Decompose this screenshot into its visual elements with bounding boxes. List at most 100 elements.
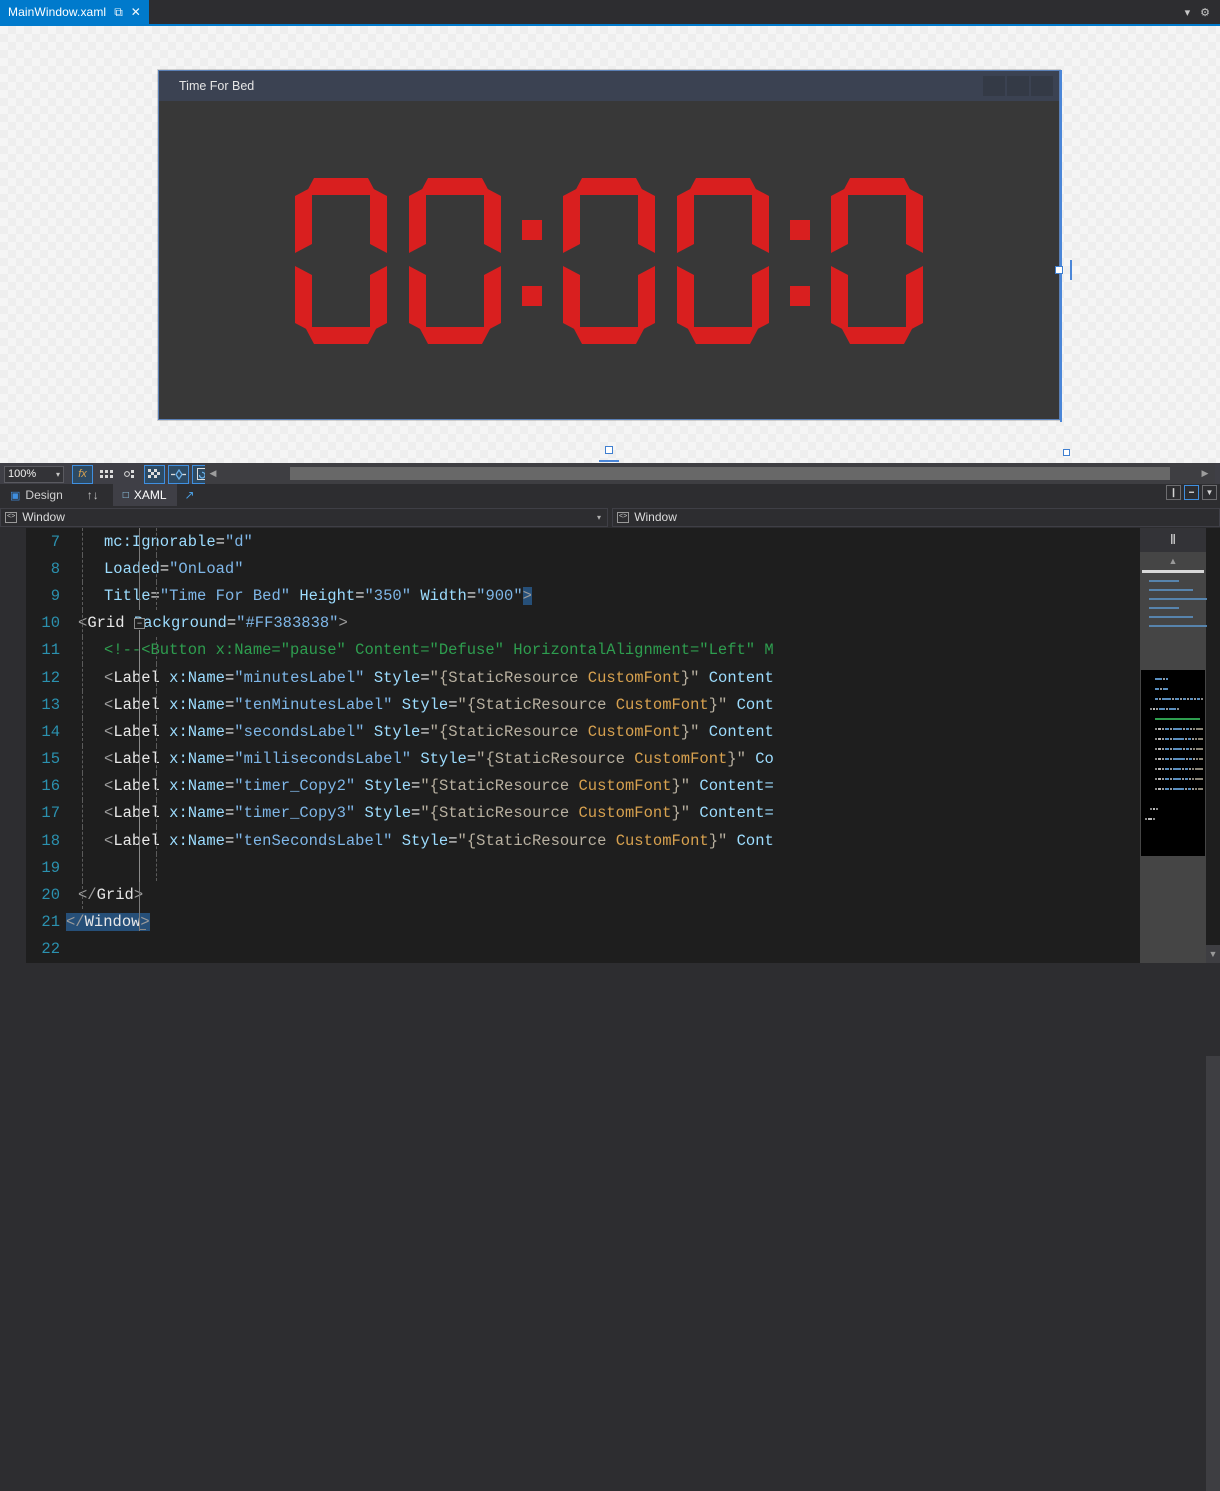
- resize-grip-corner[interactable]: [1063, 449, 1070, 456]
- grid-snap-button[interactable]: [96, 465, 117, 484]
- tab-design-label: Design: [25, 488, 63, 502]
- minimap-line: [1163, 678, 1165, 680]
- minimap-line: [1185, 738, 1187, 740]
- gear-icon[interactable]: ⚙: [1200, 6, 1210, 19]
- code-line[interactable]: 20</Grid>: [26, 881, 1140, 909]
- resize-grip-bottom[interactable]: [605, 446, 613, 454]
- minimap-line: [1186, 748, 1189, 750]
- code-line[interactable]: 17 <Label x:Name="timer_Copy3" Style="{St…: [26, 799, 1140, 828]
- design-icon: ▣: [10, 489, 21, 502]
- snap-to-snaplines-button[interactable]: [168, 464, 189, 484]
- code-line[interactable]: 19: [26, 854, 1140, 882]
- split-horizontal-button[interactable]: ━: [1184, 485, 1199, 500]
- tab-design[interactable]: ▣ Design: [0, 484, 73, 506]
- minimap-line: [1195, 788, 1197, 790]
- close-button[interactable]: [1031, 76, 1053, 96]
- split-vertical-button[interactable]: ❙: [1166, 485, 1181, 500]
- code-line[interactable]: 10 <Grid Background="#FF383838">: [26, 609, 1140, 637]
- minimap-line: [1170, 738, 1172, 740]
- code-line[interactable]: 8 Loaded="OnLoad": [26, 555, 1140, 583]
- minimap-line: [1170, 758, 1172, 760]
- code-token: CustomFont: [578, 804, 672, 823]
- scroll-up-arrow[interactable]: ▲: [1140, 552, 1206, 570]
- code-line[interactable]: 15 <Label x:Name="millisecondsLabel" Styl…: [26, 745, 1140, 773]
- clock-digit: [563, 178, 655, 344]
- code-line[interactable]: 13 <Label x:Name="tenMinutesLabel" Style=…: [26, 691, 1140, 719]
- show-handles-button[interactable]: [144, 464, 165, 484]
- indent-guide: [82, 555, 83, 583]
- minimap-line: [1166, 678, 1168, 680]
- minimap-overview[interactable]: [1140, 574, 1207, 914]
- xaml-code-editor[interactable]: 7 mc:Ignorable="d" 8 Loaded="OnLoad" 9 Title=…: [0, 528, 1220, 1491]
- split-editor-handle[interactable]: ⫴: [1140, 528, 1206, 552]
- editor-vertical-scrollbar[interactable]: [1206, 1056, 1220, 1491]
- minimize-button[interactable]: [983, 76, 1005, 96]
- chevron-down-icon[interactable]: ▾: [1185, 6, 1191, 19]
- navbar-type-dropdown[interactable]: <> Window ▾: [0, 507, 608, 527]
- effects-button[interactable]: fx: [72, 464, 93, 484]
- maximize-button[interactable]: [1007, 76, 1029, 96]
- code-token: =: [355, 586, 365, 605]
- code-token: Label: [113, 722, 160, 741]
- pin-icon[interactable]: ⧉: [114, 6, 123, 18]
- code-line[interactable]: 18 <Label x:Name="tenSecondsLabel" Style=…: [26, 827, 1140, 855]
- preview-window-title: Time For Bed: [179, 79, 255, 93]
- minimap-viewport[interactable]: [1141, 670, 1205, 856]
- collapse-outline-button[interactable]: −: [134, 617, 145, 629]
- preview-title-bar: Time For Bed: [159, 71, 1059, 101]
- resize-bar-bottom[interactable]: [599, 460, 619, 462]
- split-handle-icon: ⫴: [1170, 532, 1176, 547]
- code-line[interactable]: 9 Title="Time For Bed" Height="350" Width…: [26, 582, 1140, 610]
- scroll-left-arrow-icon[interactable]: ◀: [205, 468, 221, 479]
- editor-minimap[interactable]: ⫴ ▲: [1140, 528, 1207, 963]
- code-line[interactable]: 7 mc:Ignorable="d": [26, 528, 1140, 556]
- minimap-line: [1166, 708, 1168, 710]
- code-line[interactable]: 14 <Label x:Name="secondsLabel" Style="{S…: [26, 718, 1140, 746]
- tab-xaml[interactable]: □ XAML: [112, 484, 177, 506]
- code-line[interactable]: 12 <Label x:Name="minutesLabel" Style="{S…: [26, 663, 1140, 692]
- code-token: StaticResource: [494, 750, 635, 769]
- tab-mainwindow-xaml[interactable]: MainWindow.xaml ⧉ ✕: [0, 0, 149, 24]
- resize-grip-right[interactable]: [1055, 266, 1063, 274]
- code-token: }": [708, 831, 728, 850]
- line-number: 22: [41, 940, 60, 959]
- zoom-level-combo[interactable]: 100% ▾: [4, 465, 64, 483]
- scroll-right-arrow-icon[interactable]: ▶: [1197, 468, 1213, 479]
- popout-button[interactable]: ↗: [177, 488, 203, 502]
- scrollbar-thumb[interactable]: [290, 467, 1170, 480]
- code-token: "timer_Copy3": [234, 804, 356, 823]
- line-number: 9: [50, 586, 60, 605]
- minimap-line: [1149, 607, 1179, 609]
- indent-guide: [156, 663, 157, 692]
- preview-window[interactable]: Time For Bed: [158, 70, 1060, 420]
- code-token: "tenMinutesLabel": [234, 695, 393, 714]
- resize-bar-right[interactable]: [1070, 260, 1072, 280]
- code-line[interactable]: 11 <!--<Button x:Name="pause" Content="De…: [26, 636, 1140, 664]
- minimap-line: [1192, 778, 1194, 780]
- scroll-down-arrow[interactable]: ▼: [1206, 945, 1220, 963]
- close-icon[interactable]: ✕: [131, 6, 141, 18]
- code-line[interactable]: 22: [26, 936, 1140, 963]
- navbar-member-dropdown[interactable]: <> Window: [612, 507, 1220, 527]
- code-lines-container[interactable]: 7 mc:Ignorable="d" 8 Loaded="OnLoad" 9 Title=…: [26, 528, 1140, 963]
- xaml-design-surface[interactable]: Time For Bed: [0, 26, 1220, 463]
- segment-c: [906, 266, 923, 332]
- code-token: mc:Ignorable: [104, 532, 216, 551]
- minimap-line: [1158, 768, 1161, 770]
- code-token: CustomFont: [615, 831, 709, 850]
- collapse-pane-button[interactable]: ▼: [1202, 485, 1217, 500]
- swap-panes-button[interactable]: ↑↓: [73, 488, 113, 502]
- designer-horizontal-scrollbar[interactable]: ◀ ▶: [205, 463, 1215, 484]
- code-line[interactable]: 21 </Window>: [26, 909, 1140, 936]
- zoom-level-value: 100%: [8, 468, 37, 480]
- minimap-line: [1196, 728, 1203, 730]
- code-token: x:Name: [169, 777, 225, 796]
- tab-label: MainWindow.xaml: [8, 5, 107, 19]
- code-token: Background: [133, 614, 227, 633]
- snap-to-gridlines-button[interactable]: [120, 465, 141, 484]
- code-line[interactable]: 16 <Label x:Name="timer_Copy2" Style="{St…: [26, 772, 1140, 800]
- minimap-line: [1160, 688, 1162, 690]
- minimap-line: [1156, 708, 1158, 710]
